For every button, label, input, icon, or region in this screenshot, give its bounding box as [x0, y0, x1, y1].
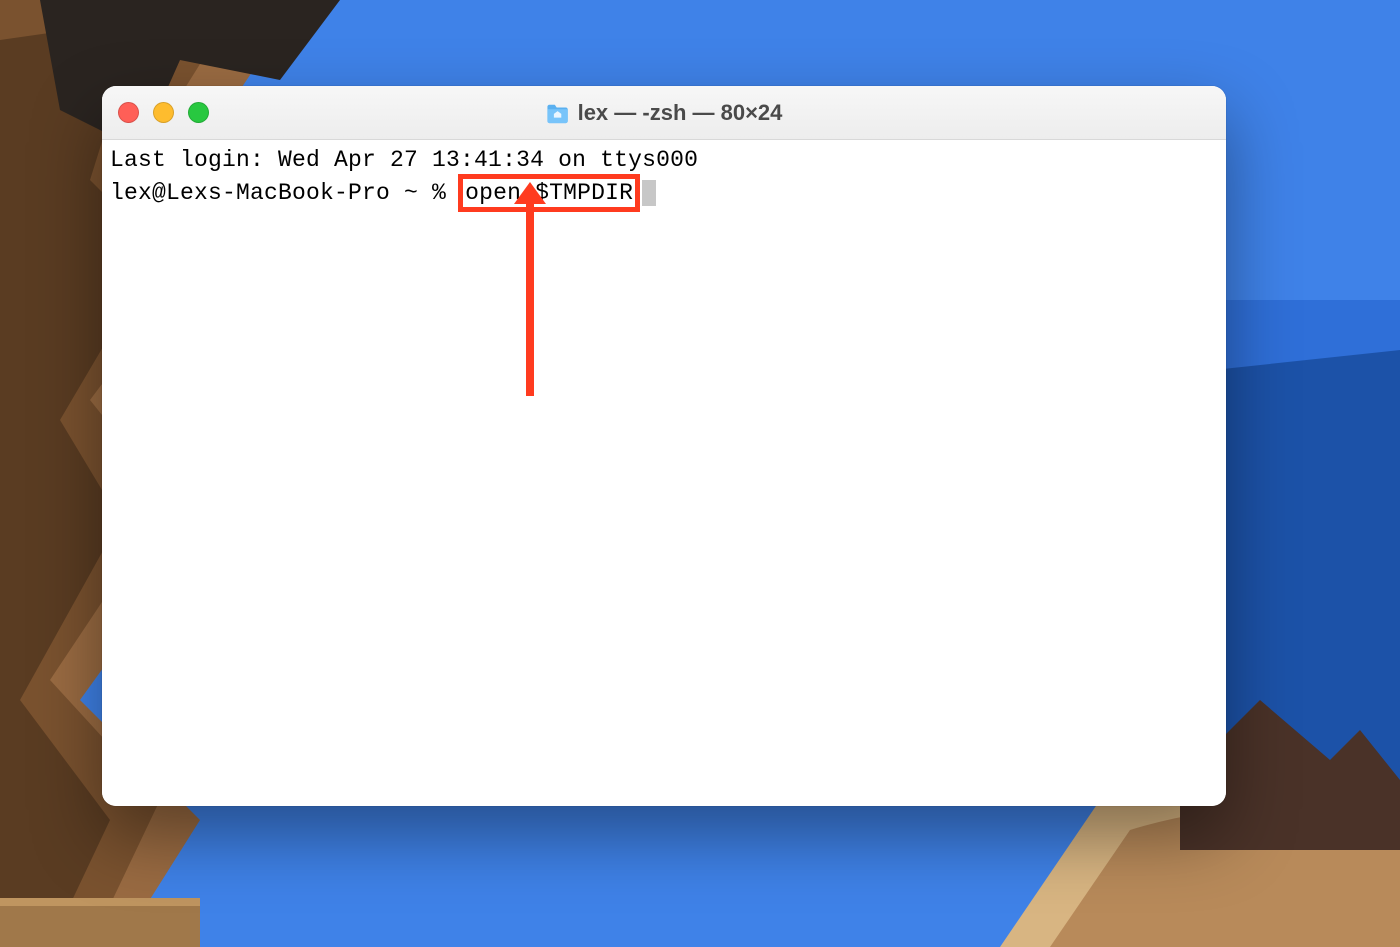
typed-command: open $TMPDIR	[465, 180, 633, 206]
terminal-cursor	[642, 180, 656, 206]
minimize-button[interactable]	[153, 102, 174, 123]
close-button[interactable]	[118, 102, 139, 123]
window-title-bar[interactable]: lex — -zsh — 80×24	[102, 86, 1226, 140]
fullscreen-button[interactable]	[188, 102, 209, 123]
command-highlight: open $TMPDIR	[458, 174, 640, 212]
last-login-line: Last login: Wed Apr 27 13:41:34 on ttys0…	[110, 146, 1218, 174]
window-title-text: lex — -zsh — 80×24	[578, 100, 783, 126]
shell-prompt: lex@Lexs-MacBook-Pro ~ %	[110, 180, 460, 206]
terminal-content[interactable]: Last login: Wed Apr 27 13:41:34 on ttys0…	[102, 140, 1226, 806]
terminal-window[interactable]: lex — -zsh — 80×24 Last login: Wed Apr 2…	[102, 86, 1226, 806]
prompt-line: lex@Lexs-MacBook-Pro ~ % open $TMPDIR	[110, 174, 1218, 212]
window-title: lex — -zsh — 80×24	[546, 100, 783, 126]
window-controls	[118, 102, 209, 123]
home-folder-icon	[546, 103, 570, 123]
annotation-arrow-icon	[526, 200, 534, 396]
